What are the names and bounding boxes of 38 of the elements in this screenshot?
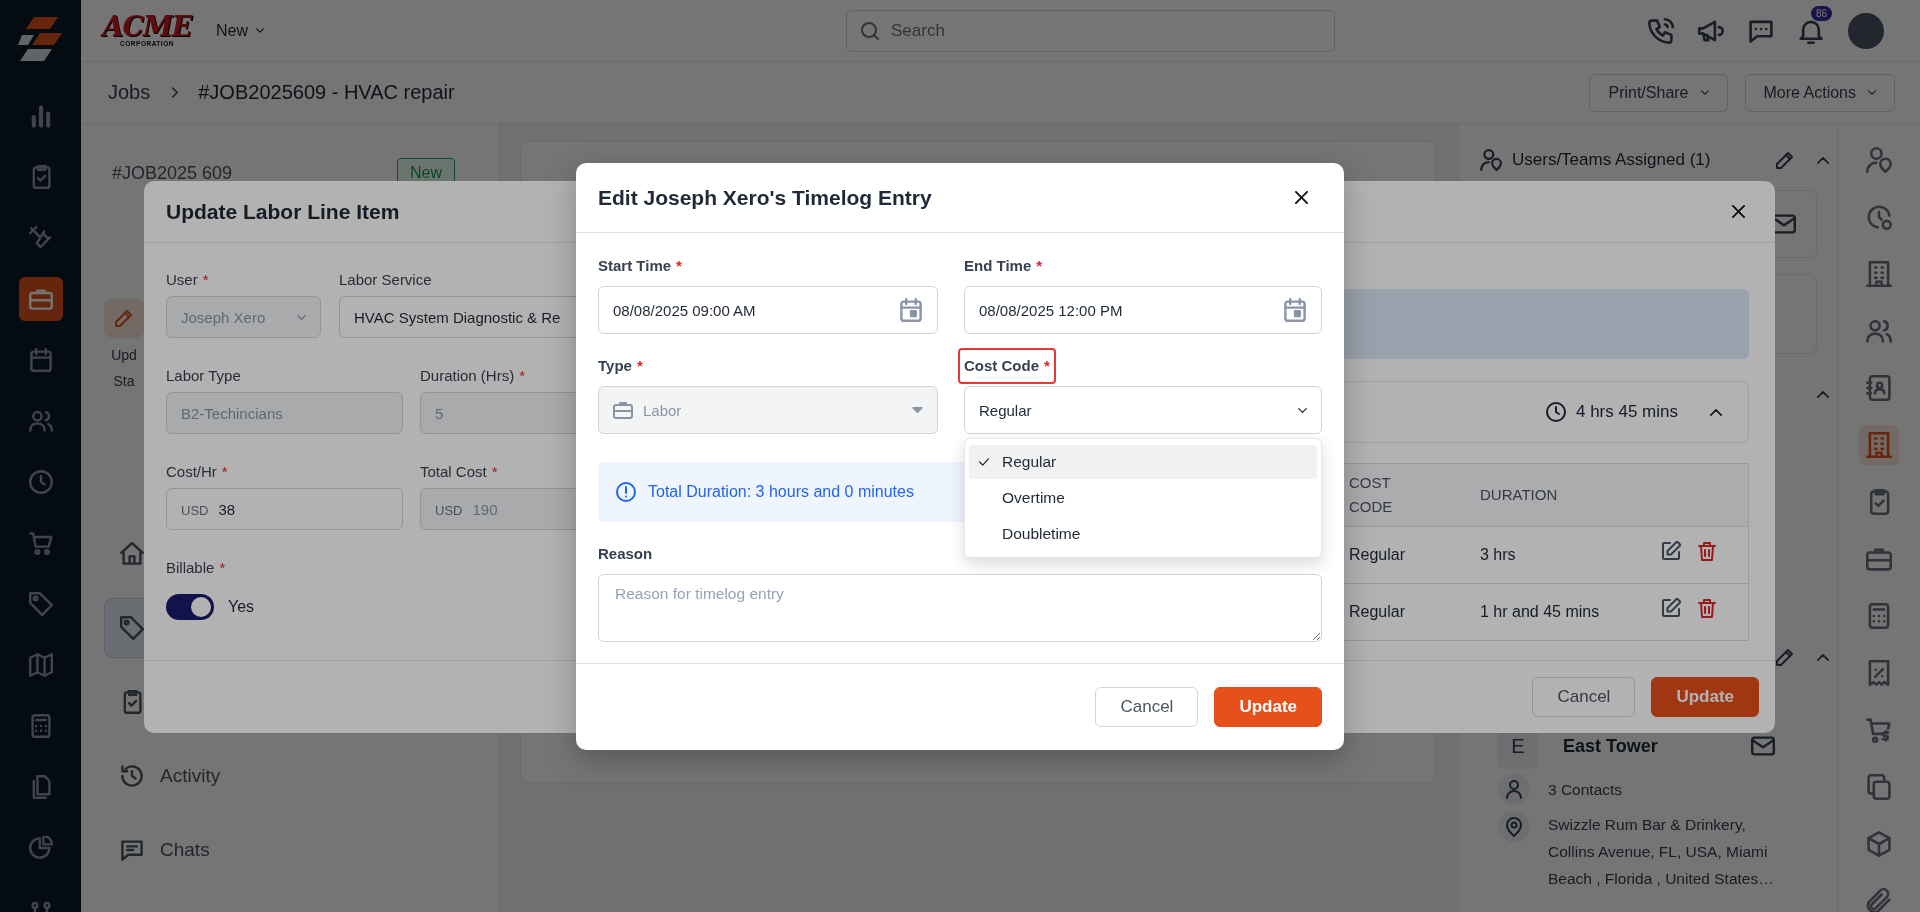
required-mark: * [1044,356,1050,376]
field-label: Labor Service [339,270,432,290]
contacts-count: 3 Contacts [1548,779,1623,800]
location-name: East Tower [1563,735,1659,757]
field-label: User [166,270,198,290]
required-mark: * [221,462,228,482]
job-number: #JOB2025 609 [112,162,233,184]
required-mark: * [491,462,498,482]
action-label: Sta [113,372,135,391]
field-label: Cost/Hr [166,462,217,482]
required-mark: * [636,356,643,376]
field-label: End Time [964,256,1032,276]
field-label: Cost Code [964,356,1039,376]
required-mark: * [519,366,526,386]
dialog-title: Edit Joseph Xero's Timelog Entry [598,185,932,210]
action-label: Upd [111,346,137,365]
page-title: #JOB2025609 - HVAC repair [198,81,455,104]
required-mark: * [1036,256,1043,276]
location-address: Swizzle Rum Bar & Drinkery, Collins Avenue, FL, USA, Miami Beach , Florida , United States… [1548,815,1775,889]
section-title: Users/Teams Assigned (1) [1512,150,1712,170]
toggle-label: Yes [228,598,255,616]
logo-wordmark: ACME [102,13,192,41]
field-label: Type [598,356,632,376]
notification-badge: 86 [1811,5,1833,21]
required-mark: * [676,256,682,276]
field-label: Start Time [598,256,672,276]
total-time: 4 hrs 45 mins [1575,402,1678,422]
field-label: Reason [598,544,653,564]
field-label: Billable [166,558,215,578]
table-cell: 3 hrs [1479,526,1660,584]
table-cell: 1 hr and 45 mins [1479,583,1660,641]
column-header: DURATION [1479,463,1660,527]
field-label: Labor Type [166,366,241,386]
field-label: Duration (Hrs) [420,366,515,386]
field-label: Total Cost [420,462,487,482]
required-mark: * [202,270,209,290]
required-mark: * [219,558,226,578]
dialog-title: Update Labor Line Item [166,199,400,224]
